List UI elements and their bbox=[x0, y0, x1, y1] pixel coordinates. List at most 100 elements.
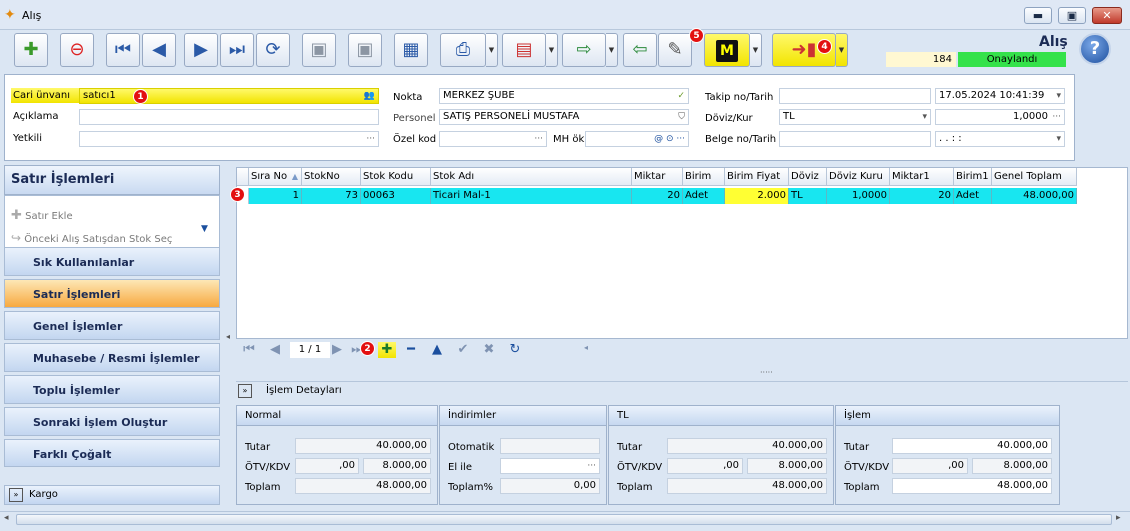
cell-birim[interactable]: Adet bbox=[683, 188, 725, 204]
next-record-icon[interactable]: ▶ bbox=[184, 33, 218, 67]
cari-unvani-input[interactable]: satıcı1 👥 bbox=[79, 88, 379, 104]
tools-icon[interactable]: ✎ bbox=[658, 33, 692, 67]
aciklama-input[interactable] bbox=[79, 109, 379, 125]
doviz-select[interactable]: TL ▾ bbox=[779, 109, 931, 125]
nav-sonraki-islem[interactable]: Sonraki İşlem Oluştur bbox=[4, 407, 220, 436]
cell-doviz-kuru[interactable]: 1,0000 bbox=[827, 188, 890, 204]
cell-miktar[interactable]: 20 bbox=[632, 188, 683, 204]
cancel-save-icon[interactable]: ▣ bbox=[348, 33, 382, 67]
column-header[interactable]: Birim bbox=[683, 168, 725, 186]
export-dropdown-icon[interactable]: ▼ bbox=[606, 33, 618, 67]
cell-stok-kodu[interactable]: 00063 bbox=[361, 188, 431, 204]
onceki-alis-action[interactable]: ↪ Önceki Alış Satışdan Stok Seç bbox=[11, 231, 172, 245]
column-header[interactable]: Stok Kodu bbox=[361, 168, 431, 186]
nav-satir-islemleri[interactable]: Satır İşlemleri bbox=[4, 279, 220, 308]
preview-icon[interactable]: ▦ bbox=[394, 33, 428, 67]
chevron-down-icon[interactable]: ▼ bbox=[201, 224, 208, 234]
next-page-icon[interactable]: ▶ bbox=[328, 342, 346, 358]
details-header[interactable]: » İşlem Detayları bbox=[236, 381, 1128, 399]
remove-row-icon[interactable]: ━ bbox=[402, 342, 420, 358]
check-icon[interactable]: ✓ bbox=[677, 89, 685, 103]
first-record-icon[interactable]: ⏮ bbox=[106, 33, 140, 67]
islem-tutar[interactable]: 40.000,00 bbox=[892, 438, 1052, 454]
nokta-input[interactable]: MERKEZ ŞUBE ✓ bbox=[439, 88, 689, 104]
chevron-down-icon[interactable]: ▾ bbox=[1056, 89, 1061, 103]
pdf-dropdown-icon[interactable]: ▼ bbox=[546, 33, 558, 67]
takip-no-input[interactable] bbox=[779, 88, 931, 104]
minimize-button[interactable]: ▬ bbox=[1024, 7, 1052, 24]
column-header[interactable]: Döviz bbox=[789, 168, 827, 186]
filter-icon[interactable]: ⛉ bbox=[678, 110, 685, 124]
column-header[interactable]: Birim Fiyat bbox=[725, 168, 789, 186]
scroll-left-icon[interactable]: ◂ bbox=[584, 343, 588, 352]
new-document-icon[interactable]: ✚ bbox=[14, 33, 48, 67]
personel-input[interactable]: SATIŞ PERSONELİ MUSTAFA ⛉ bbox=[439, 109, 689, 125]
last-record-icon[interactable]: ⏭ bbox=[220, 33, 254, 67]
scroll-left-icon[interactable]: ◂ bbox=[4, 513, 9, 523]
print-dropdown-icon[interactable]: ▼ bbox=[486, 33, 498, 67]
column-header[interactable]: Birim1 bbox=[954, 168, 992, 186]
column-header[interactable]: Miktar bbox=[632, 168, 683, 186]
cell-stok-adi[interactable]: Ticari Mal-1 bbox=[431, 188, 632, 204]
yetkili-input[interactable]: ··· bbox=[79, 131, 379, 147]
import-icon[interactable]: ⇦ bbox=[623, 33, 657, 67]
column-header[interactable]: Genel Toplam bbox=[992, 168, 1077, 186]
nav-muhasebe[interactable]: Muhasebe / Resmi İşlemler bbox=[4, 343, 220, 372]
kur-input[interactable]: 1,0000 ··· bbox=[935, 109, 1065, 125]
pdf-export-icon[interactable]: ▤ bbox=[502, 33, 546, 67]
collapse-left-icon[interactable]: ◂ bbox=[226, 332, 230, 341]
splitter-handle[interactable]: ····· bbox=[760, 368, 773, 377]
column-header[interactable]: Döviz Kuru bbox=[827, 168, 890, 186]
cell-birim-fiyat[interactable]: 2.000 bbox=[725, 188, 789, 204]
nav-farkli-cogalt[interactable]: Farklı Çoğalt bbox=[4, 439, 220, 467]
move-up-icon[interactable]: ▲ bbox=[428, 342, 446, 358]
belge-no-input[interactable] bbox=[779, 131, 931, 147]
collapse-icon[interactable]: » bbox=[238, 384, 252, 398]
ellipsis-icon[interactable]: ··· bbox=[587, 459, 596, 473]
save-icon[interactable]: ▣ bbox=[302, 33, 336, 67]
export-icon[interactable]: ⇨ bbox=[562, 33, 606, 67]
nav-genel-islemler[interactable]: Genel İşlemler bbox=[4, 311, 220, 340]
close-button[interactable]: ✕ bbox=[1092, 7, 1122, 24]
satir-ekle-action[interactable]: ✚ Satır Ekle bbox=[11, 208, 73, 223]
takip-date-input[interactable]: 17.05.2024 10:41:39 ▾ bbox=[935, 88, 1065, 104]
islem-toplam[interactable]: 48.000,00 bbox=[892, 478, 1052, 494]
ellipsis-icon[interactable]: ··· bbox=[1052, 110, 1061, 124]
el-ile-input[interactable]: ··· bbox=[500, 458, 600, 474]
mh-ok-input[interactable]: @ ⊙ ··· bbox=[585, 131, 689, 147]
cargo-bar[interactable]: » Kargo bbox=[4, 485, 220, 505]
maximize-button[interactable]: ▣ bbox=[1058, 7, 1086, 24]
at-icon[interactable]: @ ⊙ ··· bbox=[654, 132, 685, 146]
refresh-grid-icon[interactable]: ↻ bbox=[506, 342, 524, 358]
scroll-right-icon[interactable]: ▸ bbox=[1116, 513, 1121, 523]
column-header[interactable]: StokNo bbox=[302, 168, 361, 186]
cell-stok-no[interactable]: 73 bbox=[302, 188, 361, 204]
cell-doviz[interactable]: TL bbox=[789, 188, 827, 204]
confirm-icon[interactable]: ✔ bbox=[454, 342, 472, 358]
delete-document-icon[interactable]: ⊖ bbox=[60, 33, 94, 67]
expand-icon[interactable]: » bbox=[9, 488, 23, 502]
refresh-icon[interactable]: ⟳ bbox=[256, 33, 290, 67]
cell-sira-no[interactable]: 1 bbox=[249, 188, 302, 204]
previous-page-icon[interactable]: ◀ bbox=[266, 342, 284, 358]
m-dropdown-icon[interactable]: ▼ bbox=[750, 33, 762, 67]
nav-sik-kullanilanlar[interactable]: Sık Kullanılanlar bbox=[4, 247, 220, 276]
scroll-thumb[interactable] bbox=[16, 514, 1112, 525]
cancel-edit-icon[interactable]: ✖ bbox=[480, 342, 498, 358]
column-header[interactable]: Miktar1 bbox=[890, 168, 954, 186]
ellipsis-icon[interactable]: ··· bbox=[366, 132, 375, 146]
m-button[interactable]: M bbox=[704, 33, 750, 67]
nav-toplu-islemler[interactable]: Toplu İşlemler bbox=[4, 375, 220, 404]
cell-birim1[interactable]: Adet bbox=[954, 188, 992, 204]
print-icon[interactable]: ⎙ bbox=[440, 33, 486, 67]
ellipsis-icon[interactable]: ··· bbox=[534, 132, 543, 146]
belge-date-input[interactable]: . . : : ▾ bbox=[935, 131, 1065, 147]
chevron-down-icon[interactable]: ▾ bbox=[1056, 132, 1061, 146]
horizontal-scrollbar[interactable]: ◂ ▸ bbox=[0, 511, 1130, 527]
ozel-kod-input[interactable]: ··· bbox=[439, 131, 547, 147]
help-icon[interactable]: ? bbox=[1079, 33, 1111, 65]
cell-miktar1[interactable]: 20 bbox=[890, 188, 954, 204]
people-icon[interactable]: 👥 bbox=[364, 89, 375, 103]
previous-record-icon[interactable]: ◀ bbox=[142, 33, 176, 67]
cell-genel-toplam[interactable]: 48.000,00 bbox=[992, 188, 1077, 204]
